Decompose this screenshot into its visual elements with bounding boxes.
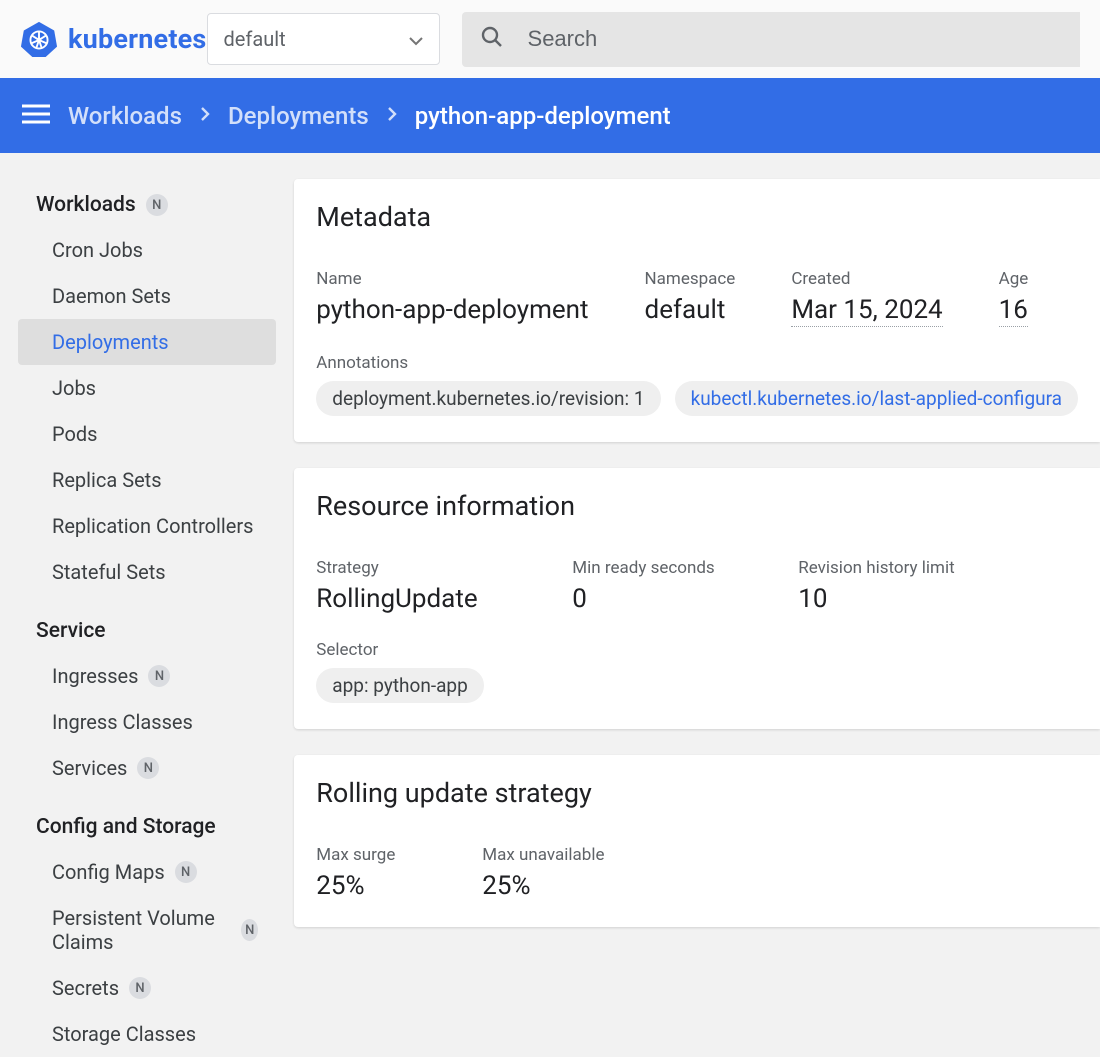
badge-n: N xyxy=(241,919,258,941)
age-label: Age xyxy=(999,269,1029,289)
badge-n: N xyxy=(129,977,151,999)
sidebar-item-label: Cron Jobs xyxy=(52,238,143,262)
rolling-update-card: Rolling update strategy Max surge 25% Ma… xyxy=(294,755,1100,927)
resource-info-card: Resource information Strategy RollingUpd… xyxy=(294,468,1100,729)
sidebar-item-label: Deployments xyxy=(52,330,169,354)
brand-logo[interactable]: kubernetes xyxy=(20,20,207,58)
top-header: kubernetes default xyxy=(0,0,1100,78)
rev-hist-value: 10 xyxy=(798,584,954,614)
sidebar-item-label: Stateful Sets xyxy=(52,560,166,584)
sidebar-item-replica-sets[interactable]: Replica Sets xyxy=(18,457,276,503)
metadata-card: Metadata Name python-app-deployment Name… xyxy=(294,179,1100,442)
sidebar-group-service[interactable]: Service xyxy=(18,609,276,653)
search-box[interactable] xyxy=(462,12,1080,67)
sidebar-item-label: Secrets xyxy=(52,976,119,1000)
kubernetes-icon xyxy=(20,20,58,58)
sidebar-item-jobs[interactable]: Jobs xyxy=(18,365,276,411)
sidebar-item-label: Replica Sets xyxy=(52,468,162,492)
max-unavail-value: 25% xyxy=(482,871,604,901)
sidebar-item-label: Daemon Sets xyxy=(52,284,171,308)
sidebar-item-label: Ingress Classes xyxy=(52,710,193,734)
badge-n: N xyxy=(137,757,159,779)
search-icon xyxy=(480,25,504,53)
created-value: Mar 15, 2024 xyxy=(791,295,942,327)
sidebar-item-label: Replication Controllers xyxy=(52,514,253,538)
sidebar-item-stateful-sets[interactable]: Stateful Sets xyxy=(18,549,276,595)
sidebar-item-label: Persistent Volume Claims xyxy=(52,906,231,954)
sidebar: Workloads N Cron Jobs Daemon Sets Deploy… xyxy=(0,153,294,1057)
sidebar-item-pvc[interactable]: Persistent Volume Claims N xyxy=(18,895,276,965)
sidebar-group-label: Service xyxy=(36,619,106,643)
min-ready-value: 0 xyxy=(572,584,742,614)
resource-info-title: Resource information xyxy=(316,490,1078,522)
sidebar-item-pods[interactable]: Pods xyxy=(18,411,276,457)
breadcrumb-level1[interactable]: Workloads xyxy=(68,102,182,130)
sidebar-item-ingress-classes[interactable]: Ingress Classes xyxy=(18,699,276,745)
strategy-label: Strategy xyxy=(316,558,516,578)
namespace-selected: default xyxy=(224,27,286,51)
badge-n: N xyxy=(175,861,197,883)
main-content: Metadata Name python-app-deployment Name… xyxy=(294,153,1100,1057)
annotations-label: Annotations xyxy=(316,353,1078,373)
search-input[interactable] xyxy=(528,26,1062,52)
namespace-label: Namespace xyxy=(645,269,736,289)
created-label: Created xyxy=(791,269,942,289)
name-value: python-app-deployment xyxy=(316,295,588,325)
selector-chip[interactable]: app: python-app xyxy=(316,668,483,703)
breadcrumb-level2[interactable]: Deployments xyxy=(228,102,369,130)
sidebar-item-services[interactable]: Services N xyxy=(18,745,276,791)
sidebar-group-label: Config and Storage xyxy=(36,815,216,839)
namespace-value: default xyxy=(645,295,736,325)
sidebar-item-ingresses[interactable]: Ingresses N xyxy=(18,653,276,699)
sidebar-item-label: Ingresses xyxy=(52,664,138,688)
sidebar-group-config-storage[interactable]: Config and Storage xyxy=(18,805,276,849)
sidebar-group-workloads[interactable]: Workloads N xyxy=(18,183,276,227)
rev-hist-label: Revision history limit xyxy=(798,558,954,578)
max-unavail-label: Max unavailable xyxy=(482,845,604,865)
max-surge-value: 25% xyxy=(316,871,426,901)
sidebar-item-label: Pods xyxy=(52,422,98,446)
sidebar-item-label: Jobs xyxy=(52,376,96,400)
min-ready-label: Min ready seconds xyxy=(572,558,742,578)
badge-n: N xyxy=(146,194,168,216)
sidebar-item-storage-classes[interactable]: Storage Classes xyxy=(18,1011,276,1057)
strategy-value: RollingUpdate xyxy=(316,584,516,614)
brand-text: kubernetes xyxy=(68,23,207,55)
sidebar-item-label: Services xyxy=(52,756,127,780)
breadcrumb-bar: Workloads Deployments python-app-deploym… xyxy=(0,78,1100,153)
rolling-update-title: Rolling update strategy xyxy=(316,777,1078,809)
sidebar-group-label: Workloads xyxy=(36,193,136,217)
selector-label: Selector xyxy=(316,640,1078,660)
age-value: 16 xyxy=(999,295,1028,327)
menu-icon[interactable] xyxy=(22,103,50,129)
chevron-right-icon xyxy=(200,103,210,128)
breadcrumb-level3: python-app-deployment xyxy=(415,102,671,130)
sidebar-item-deployments[interactable]: Deployments xyxy=(18,319,276,365)
chevron-right-icon xyxy=(387,103,397,128)
max-surge-label: Max surge xyxy=(316,845,426,865)
sidebar-item-label: Storage Classes xyxy=(52,1022,196,1046)
sidebar-item-cron-jobs[interactable]: Cron Jobs xyxy=(18,227,276,273)
sidebar-item-replication-controllers[interactable]: Replication Controllers xyxy=(18,503,276,549)
chevron-down-icon xyxy=(409,27,423,51)
sidebar-item-secrets[interactable]: Secrets N xyxy=(18,965,276,1011)
sidebar-item-daemon-sets[interactable]: Daemon Sets xyxy=(18,273,276,319)
name-label: Name xyxy=(316,269,588,289)
badge-n: N xyxy=(148,665,170,687)
sidebar-item-config-maps[interactable]: Config Maps N xyxy=(18,849,276,895)
annotation-chip[interactable]: deployment.kubernetes.io/revision: 1 xyxy=(316,381,660,416)
metadata-title: Metadata xyxy=(316,201,1078,233)
namespace-select[interactable]: default xyxy=(207,13,440,65)
sidebar-item-label: Config Maps xyxy=(52,860,165,884)
annotation-chip[interactable]: kubectl.kubernetes.io/last-applied-confi… xyxy=(675,381,1078,416)
